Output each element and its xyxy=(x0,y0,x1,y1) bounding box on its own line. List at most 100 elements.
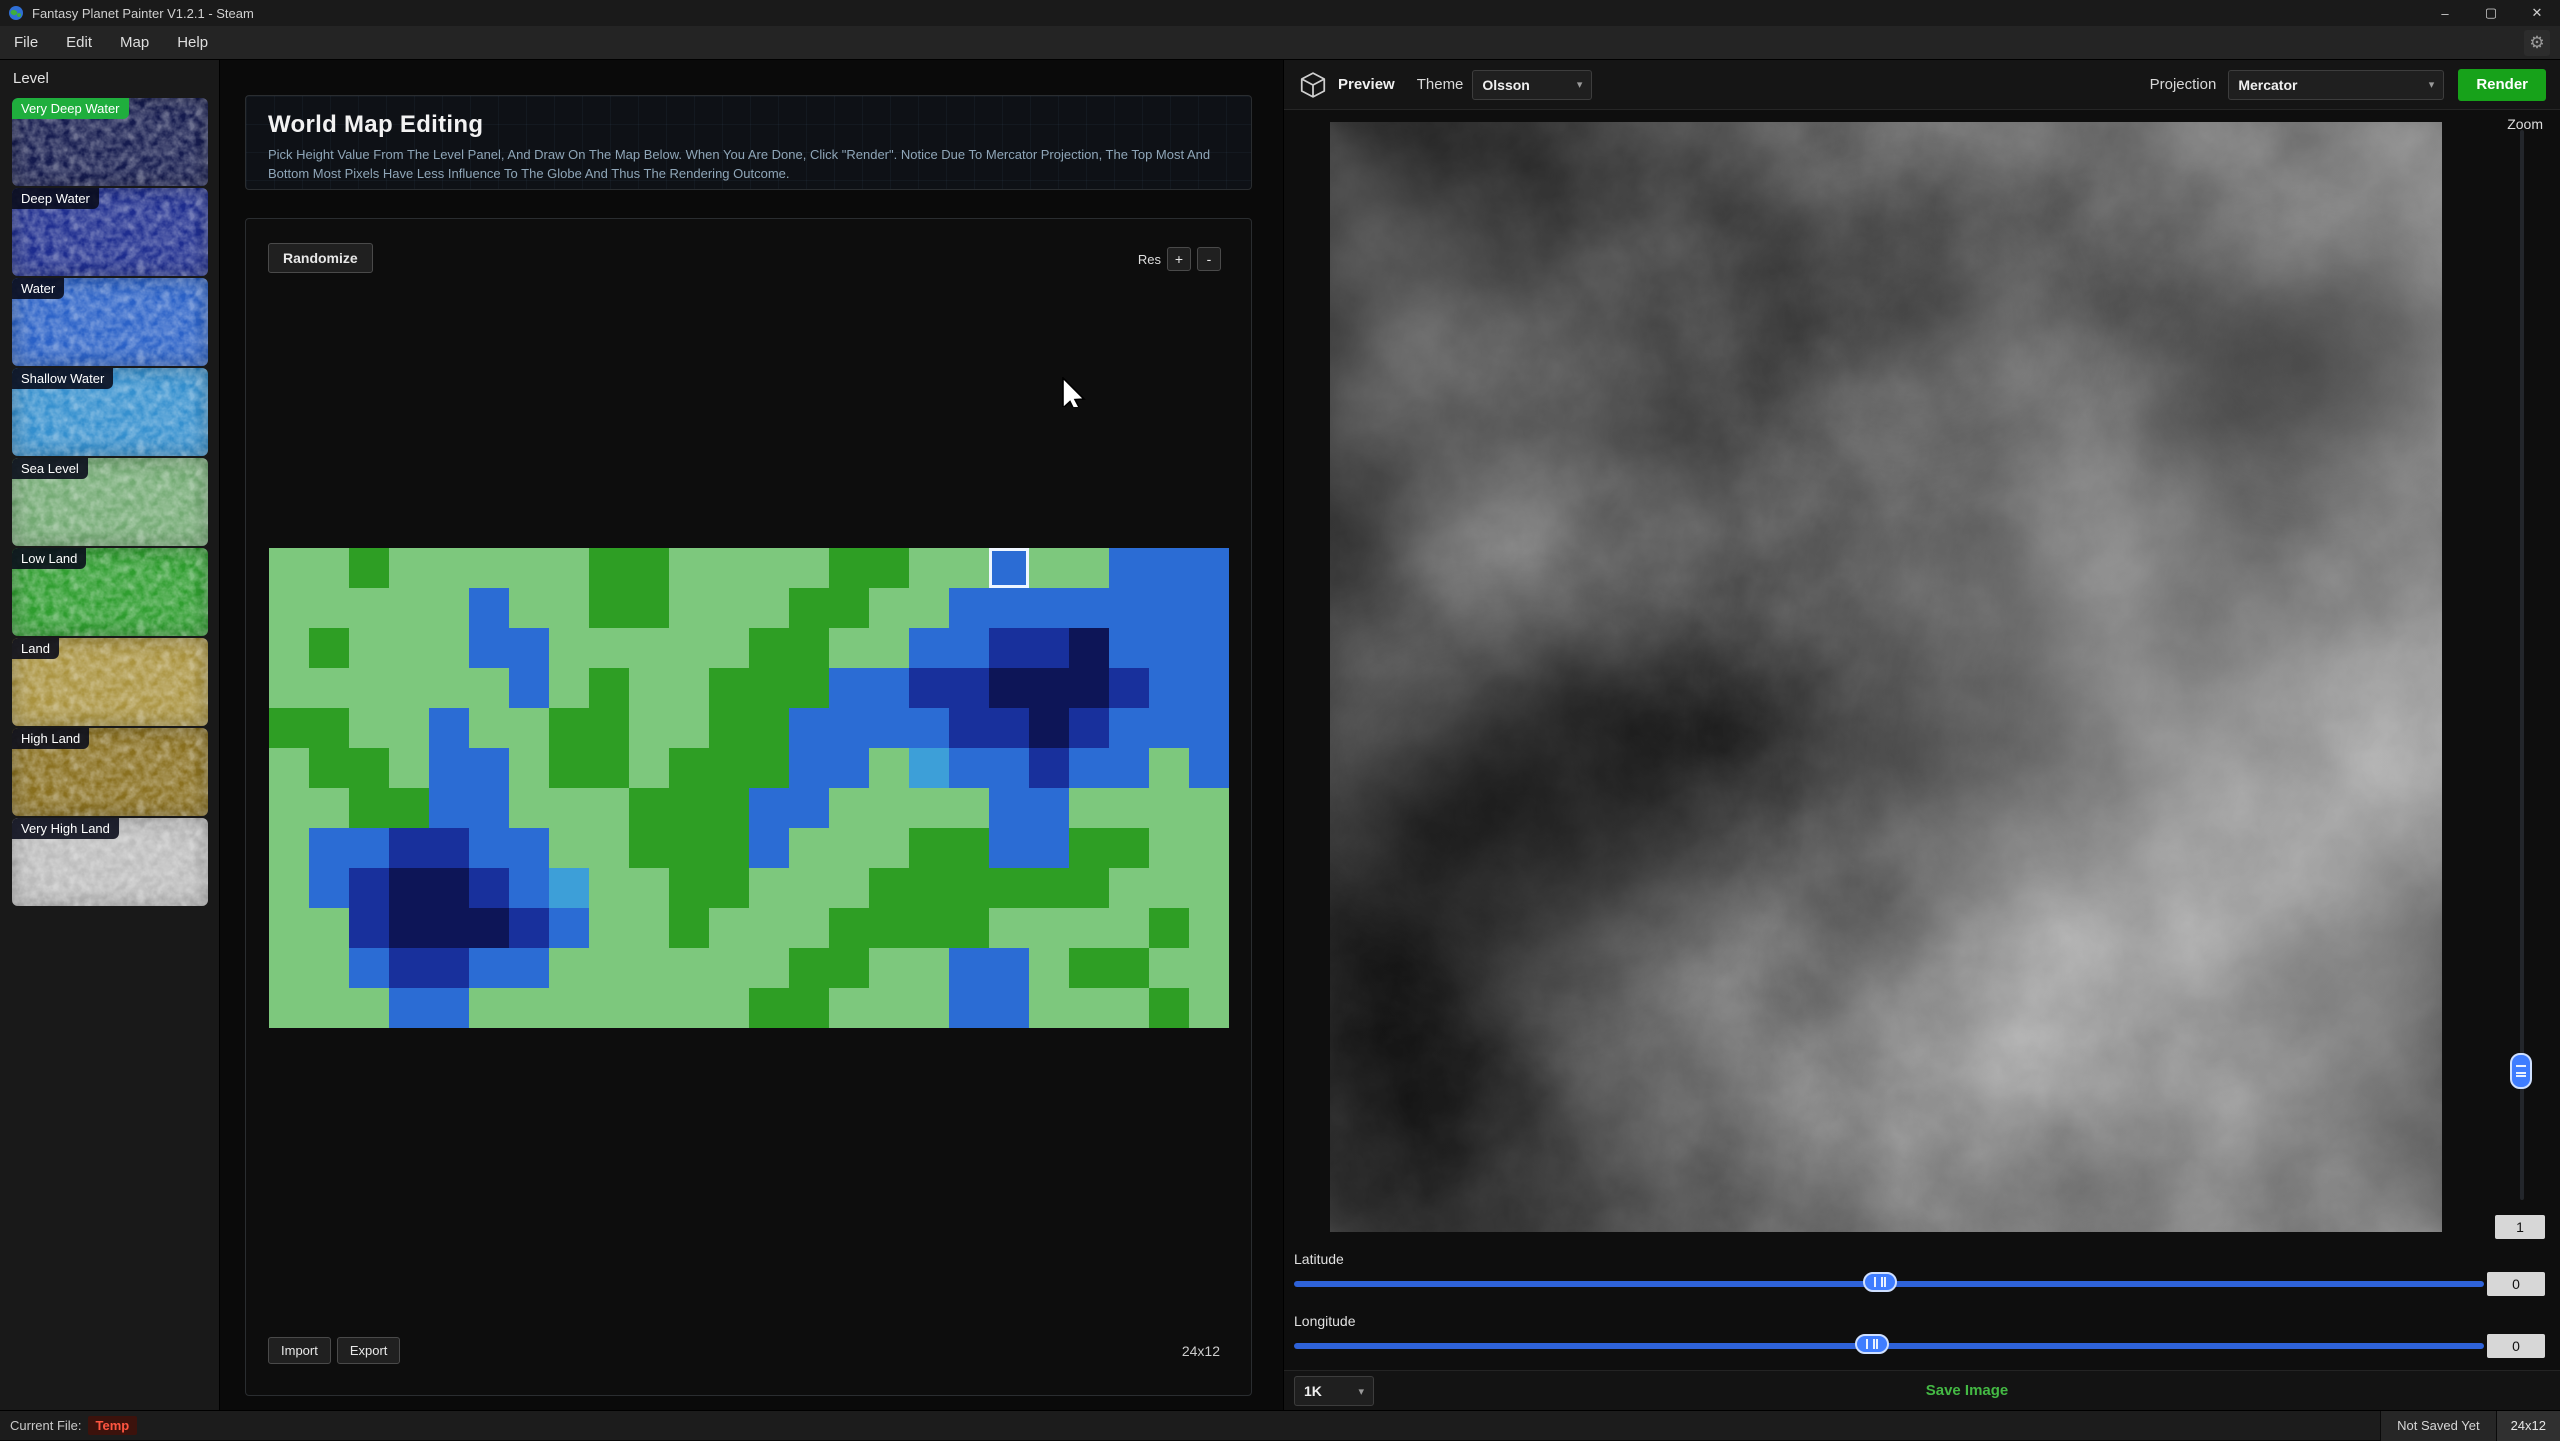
map-cell[interactable] xyxy=(1149,668,1189,708)
map-cell[interactable] xyxy=(869,948,909,988)
map-cell[interactable] xyxy=(869,588,909,628)
map-cell[interactable] xyxy=(1149,788,1189,828)
map-cell[interactable] xyxy=(629,748,669,788)
map-cell[interactable] xyxy=(509,868,549,908)
level-swatch-low-land[interactable]: Low Land xyxy=(12,548,208,636)
map-cell[interactable] xyxy=(389,828,429,868)
map-cell[interactable] xyxy=(309,828,349,868)
map-cell[interactable] xyxy=(429,868,469,908)
map-cell[interactable] xyxy=(1189,748,1229,788)
map-cell[interactable] xyxy=(1149,548,1189,588)
map-cell[interactable] xyxy=(869,668,909,708)
map-cell[interactable] xyxy=(469,868,509,908)
zoom-value-field[interactable]: 1 xyxy=(2495,1215,2545,1239)
map-cell[interactable] xyxy=(549,668,589,708)
map-cell[interactable] xyxy=(1069,948,1109,988)
map-cell[interactable] xyxy=(909,668,949,708)
map-cell[interactable] xyxy=(989,708,1029,748)
map-cell[interactable] xyxy=(469,668,509,708)
map-cell[interactable] xyxy=(869,828,909,868)
map-cell[interactable] xyxy=(709,988,749,1028)
map-cell[interactable] xyxy=(589,868,629,908)
map-cell[interactable] xyxy=(1109,668,1149,708)
map-cell[interactable] xyxy=(669,548,709,588)
map-cell[interactable] xyxy=(1109,628,1149,668)
map-cell[interactable] xyxy=(629,628,669,668)
menu-help[interactable]: Help xyxy=(163,26,222,60)
map-cell[interactable] xyxy=(309,868,349,908)
map-cell[interactable] xyxy=(389,668,429,708)
map-cell[interactable] xyxy=(389,988,429,1028)
map-cell[interactable] xyxy=(1069,748,1109,788)
map-cell[interactable] xyxy=(509,828,549,868)
map-cell[interactable] xyxy=(269,828,309,868)
map-cell[interactable] xyxy=(429,748,469,788)
map-cell[interactable] xyxy=(669,908,709,948)
map-cell[interactable] xyxy=(909,908,949,948)
map-cell[interactable] xyxy=(429,628,469,668)
map-cell[interactable] xyxy=(589,708,629,748)
map-cell[interactable] xyxy=(389,788,429,828)
map-cell[interactable] xyxy=(909,588,949,628)
map-cell[interactable] xyxy=(789,828,829,868)
map-cell[interactable] xyxy=(829,908,869,948)
map-cell[interactable] xyxy=(309,588,349,628)
latitude-value-field[interactable]: 0 xyxy=(2487,1272,2545,1296)
map-cell[interactable] xyxy=(909,788,949,828)
map-cell[interactable] xyxy=(989,668,1029,708)
randomize-button[interactable]: Randomize xyxy=(268,243,373,273)
map-cell[interactable] xyxy=(789,628,829,668)
map-cell[interactable] xyxy=(349,868,389,908)
map-cell[interactable] xyxy=(349,988,389,1028)
map-cell[interactable] xyxy=(1109,948,1149,988)
map-cell[interactable] xyxy=(789,988,829,1028)
map-cell[interactable] xyxy=(909,708,949,748)
map-cell[interactable] xyxy=(669,668,709,708)
map-cell[interactable] xyxy=(509,988,549,1028)
map-cell[interactable] xyxy=(349,628,389,668)
map-cell[interactable] xyxy=(749,868,789,908)
map-cell[interactable] xyxy=(829,588,869,628)
map-cell[interactable] xyxy=(629,588,669,628)
map-cell[interactable] xyxy=(349,948,389,988)
map-cell[interactable] xyxy=(749,988,789,1028)
map-cell[interactable] xyxy=(949,988,989,1028)
map-cell[interactable] xyxy=(629,908,669,948)
map-cell[interactable] xyxy=(469,708,509,748)
map-cell[interactable] xyxy=(669,988,709,1028)
map-cell[interactable] xyxy=(749,548,789,588)
map-cell[interactable] xyxy=(469,788,509,828)
map-cell[interactable] xyxy=(629,708,669,748)
level-swatch-shallow-water[interactable]: Shallow Water xyxy=(12,368,208,456)
map-cell[interactable] xyxy=(309,988,349,1028)
zoom-slider-track[interactable] xyxy=(2520,130,2524,1200)
map-cell[interactable] xyxy=(669,828,709,868)
map-cell[interactable] xyxy=(1109,988,1149,1028)
map-cell[interactable] xyxy=(749,828,789,868)
map-cell[interactable] xyxy=(829,668,869,708)
map-cell[interactable] xyxy=(629,988,669,1028)
map-cell[interactable] xyxy=(1149,908,1189,948)
map-cell[interactable] xyxy=(309,628,349,668)
map-cell[interactable] xyxy=(949,908,989,948)
map-cell[interactable] xyxy=(1109,548,1149,588)
map-cell[interactable] xyxy=(1029,548,1069,588)
map-cell[interactable] xyxy=(269,628,309,668)
map-cell[interactable] xyxy=(589,828,629,868)
close-icon[interactable]: ✕ xyxy=(2514,0,2560,26)
longitude-value-field[interactable]: 0 xyxy=(2487,1334,2545,1358)
map-cell[interactable] xyxy=(829,828,869,868)
map-cell[interactable] xyxy=(429,548,469,588)
map-cell[interactable] xyxy=(1149,748,1189,788)
map-cell[interactable] xyxy=(629,668,669,708)
map-cell[interactable] xyxy=(469,548,509,588)
level-swatch-very-high-land[interactable]: Very High Land xyxy=(12,818,208,906)
map-cell[interactable] xyxy=(1069,828,1109,868)
map-cell[interactable] xyxy=(349,548,389,588)
map-cell[interactable] xyxy=(949,708,989,748)
map-cell[interactable] xyxy=(1189,948,1229,988)
map-cell[interactable] xyxy=(1029,748,1069,788)
map-cell[interactable] xyxy=(509,788,549,828)
map-cell[interactable] xyxy=(989,908,1029,948)
map-cell[interactable] xyxy=(589,908,629,948)
